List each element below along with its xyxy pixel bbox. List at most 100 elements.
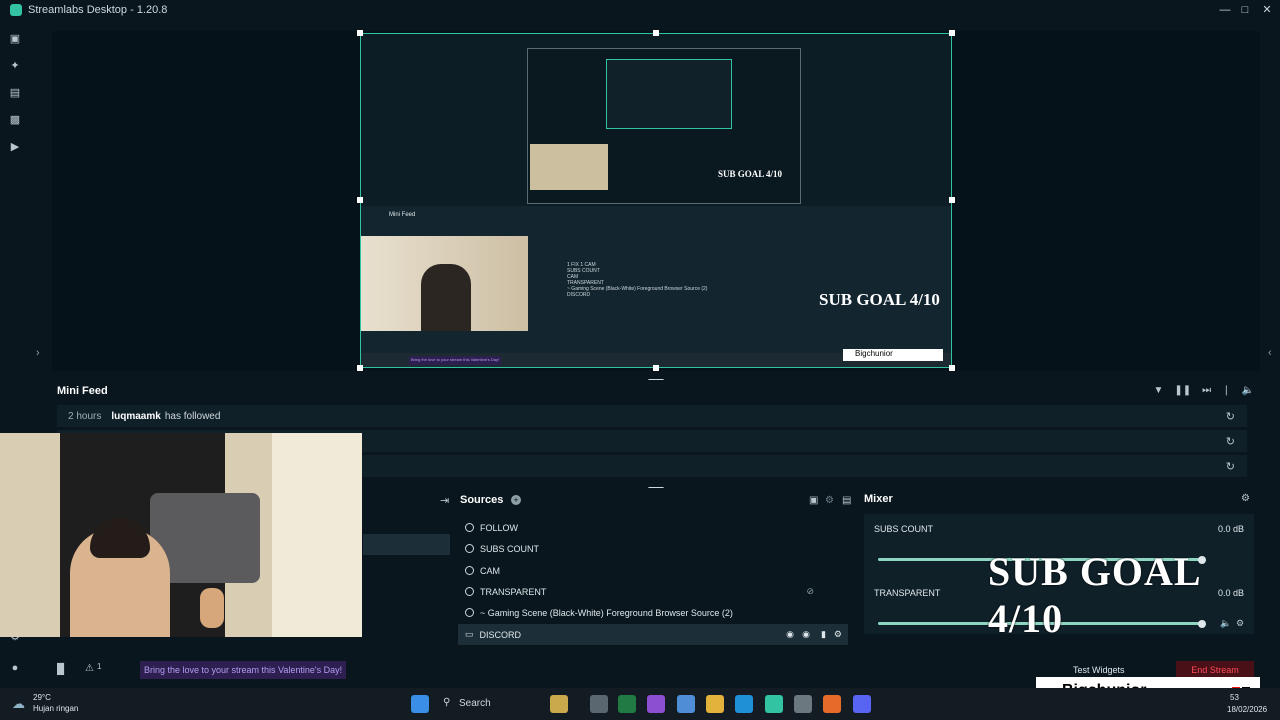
webcam-overlay [0, 433, 362, 637]
resize-handle-tm[interactable] [653, 30, 659, 36]
expand-right-icon[interactable]: ‹ [1268, 347, 1272, 359]
trash-icon[interactable]: ▮ [821, 629, 826, 640]
browser-source-icon [465, 566, 474, 575]
sources-list: FOLLOW SUBS COUNT CAM TRANSPARENT ⊘ ~ Gam… [458, 515, 848, 645]
notification-count: 1 [97, 662, 102, 671]
sources-title: Sources [460, 494, 504, 506]
maximize-icon[interactable]: □ [1234, 0, 1256, 19]
weather-temp: 29°C [33, 693, 51, 702]
mixer-channel-name: SUBS COUNT [874, 524, 934, 534]
resize-handle-bl[interactable] [357, 365, 363, 371]
weather-icon[interactable]: ☁ [12, 696, 25, 712]
mixer-channel-db: 0.0 dB [1217, 524, 1244, 534]
add-source-icon[interactable]: + [511, 495, 521, 505]
source-settings-icon[interactable]: ⚙ [825, 495, 834, 506]
themes-icon[interactable]: ✦ [8, 58, 22, 72]
windows-start-icon[interactable] [411, 695, 429, 713]
mixer-channel-name: TRANSPARENT [874, 588, 941, 598]
title-bar: Streamlabs Desktop - 1.20.8 — □ ✕ [0, 0, 1280, 19]
inner-nested-screenshot: SUB GOAL 4/10 [527, 48, 801, 204]
task-view-icon[interactable] [590, 695, 608, 713]
expand-left-icon[interactable]: › [36, 347, 40, 359]
resize-handle-mr[interactable] [949, 197, 955, 203]
test-widgets-button[interactable]: Test Widgets [1073, 665, 1125, 675]
skip-icon[interactable]: ⏭ [1202, 385, 1211, 396]
sources-panel: ⇥ Sources + ▣ ⚙ ▤ FOLLOW SUBS COUNT CAM … [362, 488, 856, 646]
play-icon[interactable]: ▶ [8, 139, 22, 153]
resize-handle-tr[interactable] [949, 30, 955, 36]
browser-source-icon [465, 587, 474, 596]
edge-icon[interactable] [735, 695, 753, 713]
inner-preview-top: SUB GOAL 4/10 [361, 34, 951, 206]
weather-desc: Hujan ringan [33, 704, 79, 713]
teams-icon[interactable] [647, 695, 665, 713]
window-title: Streamlabs Desktop - 1.20.8 [28, 3, 168, 16]
pause-icon[interactable]: ❚❚ [1174, 385, 1191, 396]
volume-icon[interactable]: 🔈 [1242, 385, 1254, 396]
stream-preview[interactable]: SUB GOAL 4/10 Mini Feed 1 FIX 1 CAM SUBS… [360, 33, 952, 368]
source-item[interactable]: TRANSPARENT ⊘ [458, 581, 848, 602]
sources-header: ⇥ Sources + ▣ ⚙ ▤ [362, 490, 856, 510]
lock-icon[interactable]: ◉ [786, 629, 794, 640]
editor-icon[interactable]: ▣ [8, 31, 22, 45]
inner-camera-feed [361, 236, 528, 331]
widgets-icon[interactable] [550, 695, 568, 713]
alert-icon[interactable]: ⚠ [85, 663, 94, 674]
inner-goal-small: SUB GOAL 4/10 [718, 169, 783, 179]
app-icon[interactable] [794, 695, 812, 713]
windows-taskbar: ☁ 29°C Hujan ringan ⚲ Search 53 18/02/20… [0, 688, 1280, 720]
inner-mini-feed-title: Mini Feed [389, 212, 416, 218]
source-item[interactable]: ~ Gaming Scene (Black-White) Foreground … [458, 602, 848, 623]
sub-goal-overlay: SUB GOAL 4/10 [988, 549, 1200, 641]
excel-icon[interactable] [618, 695, 636, 713]
browser-source-icon [465, 544, 474, 553]
firefox-icon[interactable] [823, 695, 841, 713]
stats-icon[interactable]: █ [57, 664, 64, 675]
mixer-settings-icon[interactable]: ⚙ [1241, 493, 1250, 504]
streamlabs-taskbar-icon[interactable] [765, 695, 783, 713]
layout-icon[interactable]: ▩ [8, 112, 22, 126]
add-group-icon[interactable]: ▣ [809, 495, 818, 506]
close-icon[interactable]: ✕ [1256, 0, 1278, 19]
filter-icon[interactable]: ▼ [1153, 385, 1163, 396]
profile-icon[interactable]: ● [8, 661, 22, 675]
gear-icon[interactable]: ⚙ [834, 629, 842, 640]
repeat-alert-icon[interactable]: ↻ [1226, 460, 1235, 473]
hidden-eye-icon[interactable]: ⊘ [806, 586, 814, 597]
feed-row: 2 hours luqmaamk has followed ↻ [57, 405, 1247, 427]
scene-item-selected[interactable] [363, 534, 450, 555]
source-item[interactable]: SUBS COUNT [458, 538, 848, 559]
store-app-icon[interactable] [677, 695, 695, 713]
source-item[interactable]: CAM [458, 560, 848, 581]
inner-sub-goal: SUB GOAL 4/10 [819, 290, 940, 309]
resize-handle-bm[interactable] [653, 365, 659, 371]
mini-feed-title: Mini Feed [57, 385, 108, 397]
promo-banner[interactable]: Bring the love to your stream this Valen… [140, 661, 347, 679]
repeat-alert-icon[interactable]: ↻ [1226, 410, 1235, 423]
resize-handle-br[interactable] [949, 365, 955, 371]
discord-icon[interactable] [853, 695, 871, 713]
inner-tiktok-badge: Bigchunior [843, 349, 943, 361]
taskbar-search[interactable]: Search [459, 698, 491, 709]
source-item-selected[interactable]: ▭ DISCORD ◉ ◉ ▮ ⚙ [458, 624, 848, 645]
resize-handle-tl[interactable] [357, 30, 363, 36]
browser-source-icon [465, 523, 474, 532]
clock-time: 53 [1230, 693, 1239, 702]
eye-icon[interactable]: ◉ [802, 629, 810, 640]
monitor-icon: ▭ [465, 629, 474, 639]
file-explorer-icon[interactable] [706, 695, 724, 713]
inner-sources-list: 1 FIX 1 CAM SUBS COUNT CAM TRANSPARENT ~… [567, 262, 708, 298]
search-icon[interactable]: ⚲ [443, 697, 450, 708]
clock-date: 18/02/2026 [1227, 705, 1268, 714]
resize-handle-ml[interactable] [357, 197, 363, 203]
mixer-title: Mixer [864, 493, 893, 505]
source-item[interactable]: FOLLOW [458, 517, 848, 538]
store-icon[interactable]: ▤ [8, 85, 22, 99]
browser-source-icon [465, 608, 474, 617]
folder-icon[interactable]: ▤ [842, 495, 851, 506]
mute-alerts-icon[interactable]: ❘ [1222, 385, 1230, 396]
collapse-icon[interactable]: ⇥ [440, 494, 449, 507]
minimize-icon[interactable]: — [1214, 0, 1236, 19]
repeat-alert-icon[interactable]: ↻ [1226, 435, 1235, 448]
mini-feed-controls: ▼ ❚❚ ⏭ ❘ 🔈 [1153, 385, 1254, 396]
